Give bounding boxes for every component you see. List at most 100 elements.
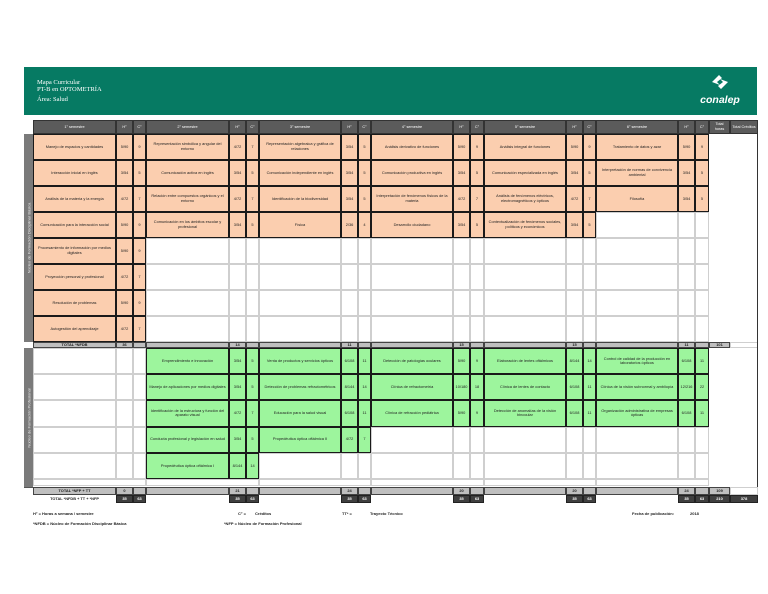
total-cell — [246, 487, 259, 495]
course-name[interactable]: Identificación de la estructura y funció… — [146, 400, 229, 427]
course-name[interactable]: Conducta profesional y legislación en sa… — [146, 426, 229, 453]
course-credits: 7 — [470, 186, 484, 212]
course-name[interactable]: Proyección personal y profesional — [33, 264, 116, 290]
course-name[interactable]: Clínica de refracción pediátrica — [371, 400, 453, 427]
course-name[interactable]: Procesamiento de información por medios … — [33, 238, 116, 264]
area-label: Área: Salud — [37, 96, 68, 103]
course-credits: 5 — [470, 212, 484, 238]
empty-cell — [678, 264, 695, 290]
empty-cell — [146, 316, 229, 342]
empty-cell — [583, 264, 596, 290]
empty-cell — [146, 479, 259, 486]
course-name[interactable]: Interpretación de normas de convivencia … — [596, 160, 678, 186]
course-credits: 5 — [695, 186, 709, 212]
course-name[interactable]: Autogestión del aprendizaje — [33, 316, 116, 342]
course-name[interactable]: Comunicación especializada en inglés — [484, 160, 566, 186]
empty-cell — [229, 316, 246, 342]
course-name[interactable]: Comunicación para la interacción social — [33, 212, 116, 238]
course-name[interactable]: Comunicación independiente en inglés — [259, 160, 341, 186]
course-name[interactable]: Venta de productos y servicios ópticos — [259, 348, 341, 375]
course-name[interactable]: Comunicación productiva en inglés — [371, 160, 453, 186]
empty-cell — [596, 290, 678, 316]
course-name[interactable]: Análisis de fenómenos eléctricos, electr… — [484, 186, 566, 212]
course-name[interactable]: Educación para la salud visual — [259, 400, 341, 427]
course-name[interactable]: Representación algebraica y gráfica de r… — [259, 134, 341, 160]
empty-cell — [259, 264, 341, 290]
course-name[interactable]: Representación simbólica y angular del e… — [146, 134, 229, 160]
course-credits: 5 — [133, 160, 146, 186]
course-credits: 9 — [470, 348, 484, 375]
course-name[interactable]: Detección de patologías oculares — [371, 348, 453, 375]
course-name[interactable]: Identificación de la biodiversidad — [259, 186, 341, 212]
side-label-nfp: Núcleo de Formación Profesional — [24, 348, 33, 487]
credits-header: C° — [583, 120, 596, 134]
legend-tt-val: Trayecto Técnico — [370, 511, 403, 516]
totals-column-frame — [709, 134, 758, 487]
credits-header: C° — [470, 120, 484, 134]
course-hours: 5/90 — [566, 134, 583, 160]
total-cell — [358, 342, 371, 348]
course-name[interactable]: Elaboración de lentes oftálmicos — [484, 348, 566, 375]
total-cell — [484, 342, 566, 348]
course-name[interactable]: Clínica de refractometría — [371, 374, 453, 401]
course-name[interactable]: Relación entre compuestos orgánicos y el… — [146, 186, 229, 212]
course-credits: 11 — [358, 400, 371, 427]
course-name[interactable]: Análisis derivativo de funciones — [371, 134, 453, 160]
empty-cell — [33, 452, 116, 479]
course-hours: 4/72 — [341, 426, 358, 453]
course-name[interactable]: Interacción inicial en inglés — [33, 160, 116, 186]
course-name[interactable]: Desarrollo ciudadano — [371, 212, 453, 238]
side-label-nfdb: Núcleo de Formación Disciplinar Básica — [24, 134, 33, 342]
course-name[interactable]: Emprendimiento e innovación — [146, 348, 229, 375]
course-name[interactable]: Física — [259, 212, 341, 238]
course-name[interactable]: Manejo de aplicaciones por medios digita… — [146, 374, 229, 401]
side-label-text: Núcleo de Formación Disciplinar Básica — [26, 202, 31, 274]
course-hours: 5/90 — [453, 134, 470, 160]
course-hours: 5/90 — [116, 212, 133, 238]
empty-cell — [695, 264, 709, 290]
course-name[interactable]: Detección de problemas refractométricos — [259, 374, 341, 401]
empty-cell — [695, 290, 709, 316]
course-name[interactable]: Contextualización de fenómenos sociales,… — [484, 212, 566, 238]
course-name[interactable]: Tratamiento de datos y azar — [596, 134, 678, 160]
total-cell — [470, 342, 484, 348]
empty-cell — [341, 452, 358, 479]
empty-cell — [229, 290, 246, 316]
legend-nfdb: *NFDB = Núcleo de Formación Disciplinar … — [33, 521, 127, 526]
course-name[interactable]: Filosofía — [596, 186, 678, 212]
course-hours: 8/144 — [229, 452, 246, 479]
course-credits: 9 — [695, 134, 709, 160]
total-nfp-hours: 24 — [678, 487, 695, 495]
course-name[interactable]: Interpretación de fenómenos físicos de l… — [371, 186, 453, 212]
course-name[interactable]: Análisis integral de funciones — [484, 134, 566, 160]
course-name[interactable]: Resolución de problemas — [33, 290, 116, 316]
course-name[interactable]: Clínica de la visión subnormal y ambliop… — [596, 374, 678, 401]
course-name[interactable]: Detección de anomalías de la visión bino… — [484, 400, 566, 427]
credits-header: C° — [358, 120, 371, 134]
empty-cell — [229, 264, 246, 290]
empty-cell — [484, 316, 566, 342]
course-hours: 4/72 — [116, 186, 133, 212]
course-name[interactable]: Propedéutica óptica oftálmica II — [259, 426, 341, 453]
grand-total-credits: 63 — [695, 495, 709, 503]
empty-cell — [259, 479, 371, 486]
course-credits: 11 — [583, 374, 596, 401]
course-hours: 4/72 — [229, 186, 246, 212]
total-nfp-hours: 20 — [566, 487, 583, 495]
course-name[interactable]: Manejo de espacios y cantidades — [33, 134, 116, 160]
course-name[interactable]: Comunicación en los ámbitos escolar y pr… — [146, 212, 229, 238]
legend-h: H° = Horas a semana / semestre — [33, 511, 94, 516]
course-hours: 3/54 — [341, 134, 358, 160]
empty-cell — [583, 290, 596, 316]
course-name[interactable]: Control de calidad de la producción en l… — [596, 348, 678, 375]
course-hours: 5/90 — [116, 134, 133, 160]
course-name[interactable]: Clínica de lentes de contacto — [484, 374, 566, 401]
course-hours: 4/72 — [229, 400, 246, 427]
course-credits: 9 — [470, 134, 484, 160]
empty-cell — [246, 264, 259, 290]
course-hours: 6/108 — [678, 348, 695, 375]
course-name[interactable]: Organización administrativa de empresas … — [596, 400, 678, 427]
course-name[interactable]: Análisis de la materia y la energía — [33, 186, 116, 212]
course-name[interactable]: Comunicación activa en inglés — [146, 160, 229, 186]
course-name[interactable]: Propedéutica óptica oftálmica I — [146, 452, 229, 479]
